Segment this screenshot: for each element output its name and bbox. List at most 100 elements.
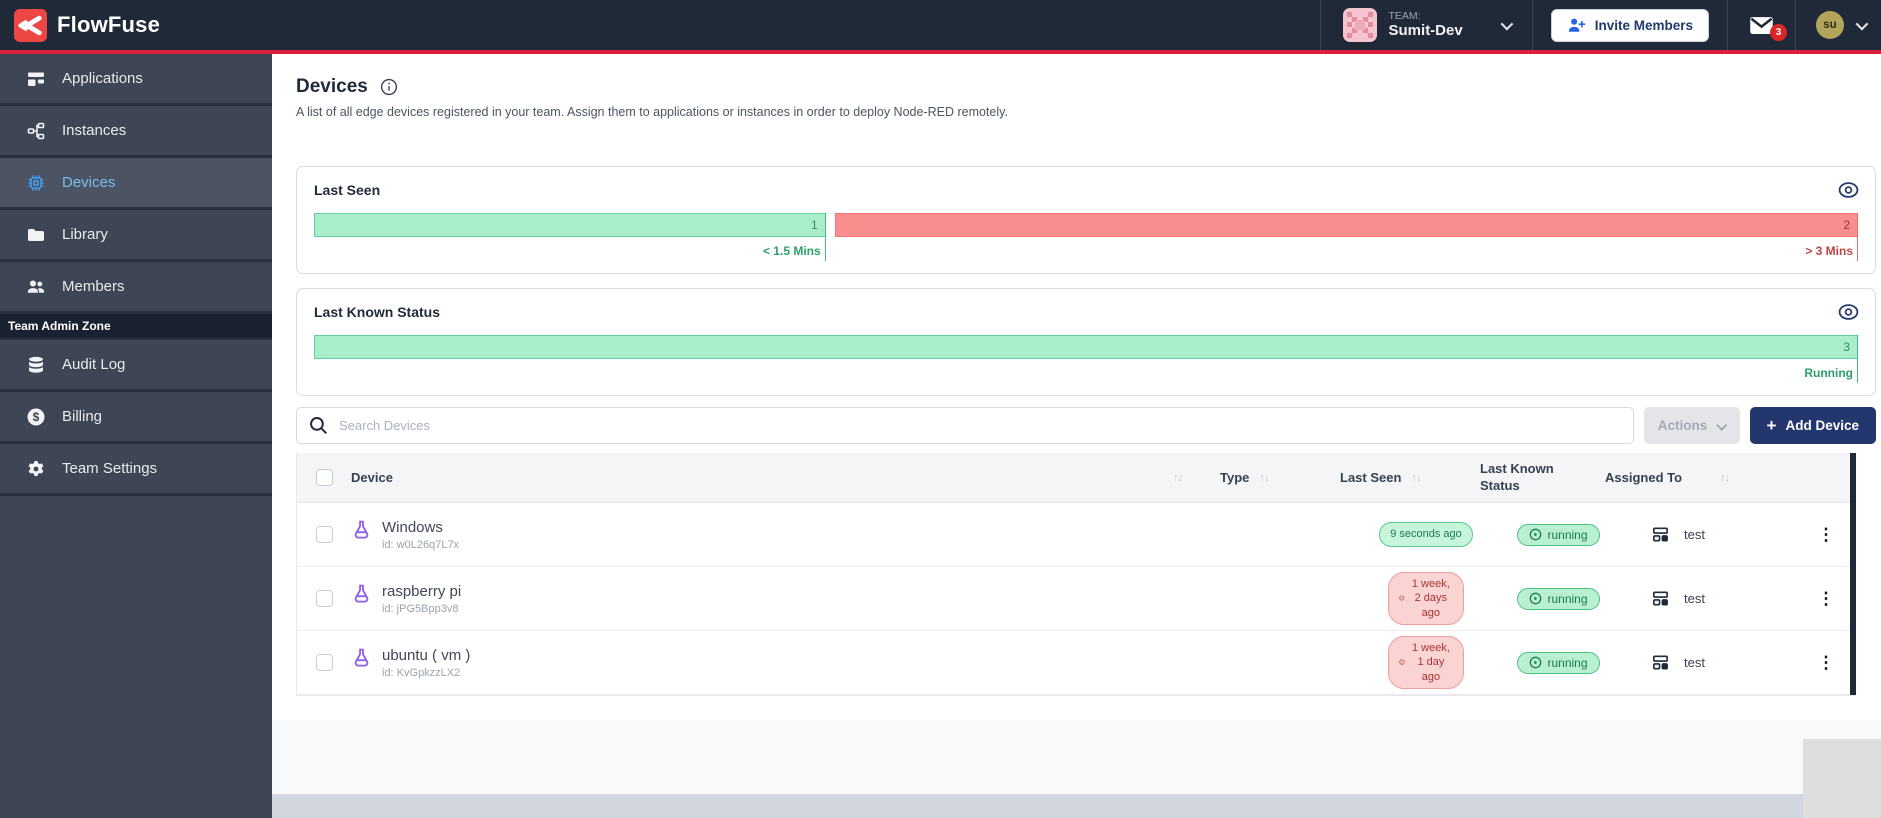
play-circle-icon <box>1530 528 1542 541</box>
sidebar-item-members[interactable]: Members <box>0 262 272 314</box>
table-row[interactable]: ubuntu ( vm ) id: KvGpkzzLX2 1 week, 1 d… <box>297 631 1855 695</box>
sidebar-item-instances[interactable]: Instances <box>0 106 272 158</box>
device-name[interactable]: ubuntu ( vm ) <box>382 647 470 664</box>
devices-icon <box>28 175 44 190</box>
segment-value: 2 <box>1843 218 1850 232</box>
segment-value: 3 <box>1843 340 1850 354</box>
table-scrollbar[interactable] <box>1850 453 1856 695</box>
billing-icon: $ <box>27 408 45 425</box>
column-header-assigned-to: Assigned To <box>1605 470 1683 485</box>
last-seen-badge: 9 seconds ago <box>1379 522 1473 547</box>
device-id: id: KvGpkzzLX2 <box>382 666 461 679</box>
team-admin-zone-header: Team Admin Zone <box>0 314 272 340</box>
kebab-menu-icon[interactable]: ⋮ <box>1812 589 1841 609</box>
info-icon[interactable] <box>380 78 398 96</box>
table-body: Windows id: w0L26q7L7x 9 seconds ago run… <box>297 503 1855 695</box>
sidebar-item-label: Billing <box>62 408 103 425</box>
brand[interactable]: FlowFuse <box>0 0 1320 50</box>
column-header-last-seen: Last Seen <box>1340 470 1402 485</box>
team-label: TEAM: <box>1388 10 1421 23</box>
select-all-checkbox[interactable] <box>315 469 333 486</box>
sidebar-item-label: Audit Log <box>62 356 126 373</box>
invite-members-label: Invite Members <box>1594 17 1693 33</box>
page-description: A list of all edge devices registered in… <box>296 105 1008 119</box>
main-area: Devices A list of all edge devices regis… <box>272 54 1881 818</box>
assigned-to[interactable]: test <box>1684 591 1705 606</box>
status-gauge: 3 Running <box>314 335 1858 383</box>
app-window: FlowFuse TEAM: Sumit-Dev Invite Members … <box>0 0 1881 818</box>
chevron-down-icon <box>1855 17 1869 30</box>
page-bottom-strip <box>272 794 1881 818</box>
application-icon <box>1653 655 1668 670</box>
last-seen-badge: 1 week, 1 day ago <box>1388 636 1464 689</box>
panel-title: Last Seen <box>314 182 381 198</box>
notifications-button[interactable]: 3 <box>1728 0 1795 50</box>
panel-title: Last Known Status <box>314 304 441 320</box>
kebab-menu-icon[interactable]: ⋮ <box>1812 525 1841 545</box>
device-flask-icon <box>354 584 369 602</box>
gauge-segment-recent: 1 < 1.5 Mins <box>314 213 826 261</box>
add-device-button[interactable]: + Add Device <box>1749 407 1876 444</box>
sidebar: Applications Instances Devices Library M… <box>0 54 272 818</box>
row-checkbox[interactable] <box>315 654 333 671</box>
table-row[interactable]: raspberry pi id: jPG5Bpp3v8 1 week, 2 da… <box>297 567 1855 631</box>
instances-icon <box>27 122 45 139</box>
sort-icon[interactable]: ↑↓ <box>1173 472 1183 484</box>
members-icon <box>27 280 45 293</box>
sidebar-item-label: Members <box>62 278 125 295</box>
device-flask-icon <box>354 648 369 666</box>
user-menu[interactable]: su <box>1796 0 1881 50</box>
search-input[interactable] <box>296 407 1634 444</box>
segment-label: Running <box>1804 366 1853 380</box>
device-name[interactable]: Windows <box>382 519 459 536</box>
last-seen-badge: 1 week, 2 days ago <box>1388 572 1464 625</box>
segment-value: 1 <box>810 218 818 232</box>
team-name: Sumit-Dev <box>1388 22 1463 40</box>
sidebar-item-devices[interactable]: Devices <box>0 158 272 210</box>
application-icon <box>1653 591 1668 606</box>
row-checkbox[interactable] <box>315 526 333 543</box>
chevron-down-icon <box>1716 419 1728 431</box>
sort-icon[interactable]: ↑↓ <box>1259 472 1269 484</box>
device-id: id: jPG5Bpp3v8 <box>382 602 459 615</box>
sort-icon[interactable]: ↑↓ <box>1411 472 1421 484</box>
eye-icon[interactable] <box>1837 302 1860 322</box>
gauge-segment-running: 3 Running <box>314 335 1858 383</box>
actions-dropdown[interactable]: Actions <box>1643 407 1740 444</box>
last-known-status-panel: Last Known Status 3 Running <box>296 288 1876 396</box>
gear-icon <box>28 460 44 476</box>
plus-icon: + <box>1766 416 1777 435</box>
sidebar-item-applications[interactable]: Applications <box>0 54 272 106</box>
clock-icon <box>1399 596 1405 601</box>
assigned-to[interactable]: test <box>1684 527 1705 542</box>
table-header-row: Device ↑↓ Type ↑↓ Last Seen ↑↓ Last Know… <box>297 453 1855 503</box>
add-device-label: Add Device <box>1785 418 1859 433</box>
sidebar-item-label: Devices <box>62 174 116 191</box>
column-header-device: Device <box>351 470 393 485</box>
sidebar-item-billing[interactable]: $ Billing <box>0 392 272 444</box>
device-name[interactable]: raspberry pi <box>382 583 461 600</box>
page-title: Devices <box>296 76 368 97</box>
invite-members-button[interactable]: Invite Members <box>1550 8 1709 42</box>
status-badge: running <box>1517 651 1600 674</box>
chevron-down-icon <box>1500 17 1513 30</box>
sidebar-item-library[interactable]: Library <box>0 210 272 262</box>
notification-badge: 3 <box>1770 24 1787 41</box>
team-selector[interactable]: TEAM: Sumit-Dev <box>1321 0 1532 50</box>
play-circle-icon <box>1530 592 1542 605</box>
sidebar-item-label: Library <box>62 226 108 243</box>
sort-icon[interactable]: ↑↓ <box>1720 472 1730 484</box>
sidebar-item-audit-log[interactable]: Audit Log <box>0 340 272 392</box>
kebab-menu-icon[interactable]: ⋮ <box>1812 653 1841 673</box>
gauge-segment-stale: 2 > 3 Mins <box>834 213 1859 261</box>
eye-icon[interactable] <box>1837 180 1860 200</box>
scroll-corner <box>1803 739 1881 818</box>
row-checkbox[interactable] <box>315 590 333 607</box>
devices-table: Device ↑↓ Type ↑↓ Last Seen ↑↓ Last Know… <box>296 453 1856 696</box>
assigned-to[interactable]: test <box>1684 655 1705 670</box>
audit-log-icon <box>29 356 43 373</box>
table-row[interactable]: Windows id: w0L26q7L7x 9 seconds ago run… <box>297 503 1855 567</box>
search-icon <box>310 417 327 434</box>
sidebar-item-team-settings[interactable]: Team Settings <box>0 444 272 496</box>
applications-icon <box>28 72 44 86</box>
